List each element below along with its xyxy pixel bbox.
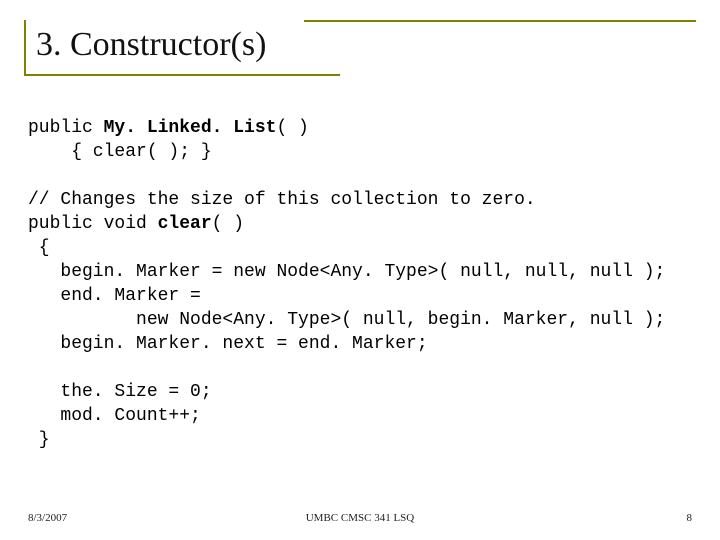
- code-line: mod. Count++;: [28, 406, 201, 426]
- code-line: {: [28, 238, 50, 258]
- code-line: ( ): [276, 118, 308, 138]
- slide: 3. Constructor(s) public My. Linked. Lis…: [0, 0, 720, 540]
- code-line: the. Size = 0;: [28, 382, 212, 402]
- code-bold: My. Linked. List: [104, 118, 277, 138]
- code-line: new Node<Any. Type>( null, begin. Marker…: [28, 310, 665, 330]
- code-line: end. Marker =: [28, 286, 201, 306]
- content-body: public My. Linked. List( ) { clear( ); }…: [28, 116, 692, 492]
- code-line: ( ): [212, 214, 244, 234]
- title-border-bottom: [24, 74, 340, 76]
- title-region: 3. Constructor(s): [24, 20, 696, 72]
- code-line: begin. Marker = new Node<Any. Type>( nul…: [28, 262, 665, 282]
- code-line: begin. Marker. next = end. Marker;: [28, 334, 428, 354]
- footer-page-number: 8: [687, 512, 693, 524]
- code-line: public: [28, 118, 104, 138]
- footer: 8/3/2007 UMBC CMSC 341 LSQ 8: [28, 512, 692, 524]
- page-title: 3. Constructor(s): [32, 26, 696, 64]
- code-line: public void: [28, 214, 158, 234]
- code-bold: clear: [158, 214, 212, 234]
- title-border-left: [24, 20, 26, 76]
- code-line: // Changes the size of this collection t…: [28, 190, 536, 210]
- title-border-top: [304, 20, 696, 22]
- code-block: public My. Linked. List( ) { clear( ); }…: [28, 116, 692, 452]
- footer-date: 8/3/2007: [28, 512, 67, 524]
- code-line: }: [28, 430, 50, 450]
- footer-center: UMBC CMSC 341 LSQ: [28, 512, 692, 524]
- code-line: { clear( ); }: [28, 142, 212, 162]
